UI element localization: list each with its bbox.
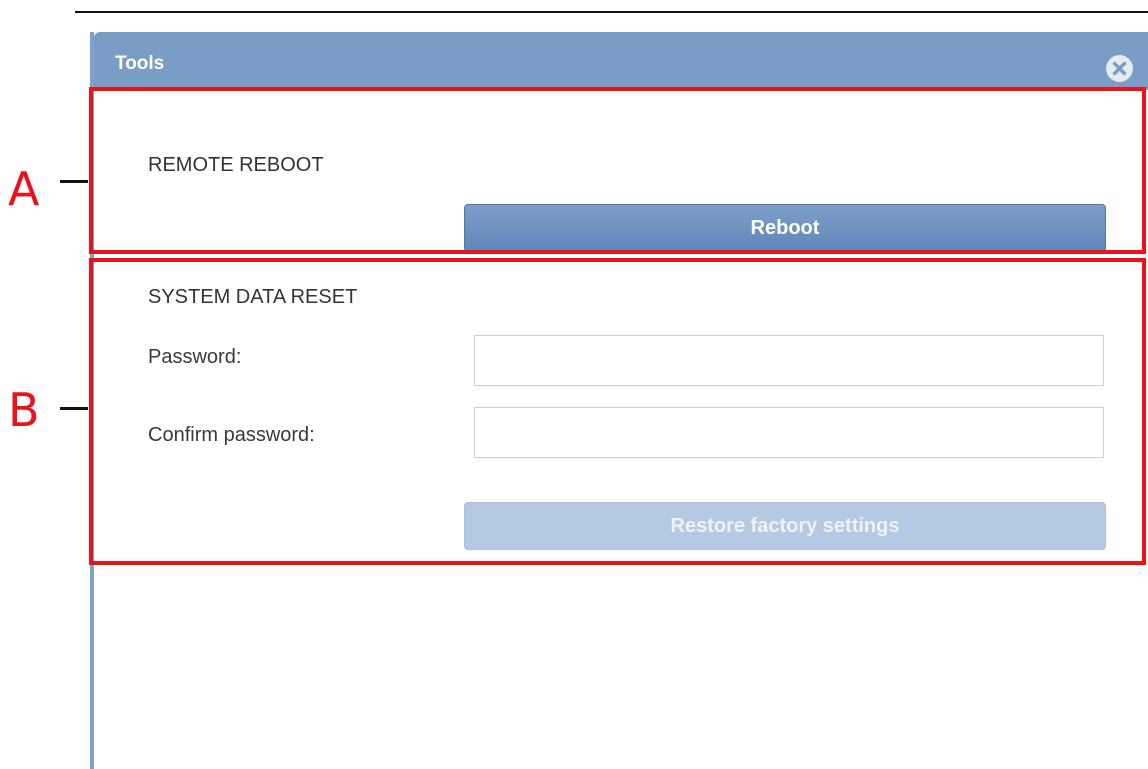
callout-label-a: A	[8, 162, 40, 216]
screenshot-canvas: Tools REMOTE REBOOT Reboot SYSTEM DATA R…	[0, 0, 1148, 769]
callout-label-b: B	[8, 383, 40, 437]
dialog-title: Tools	[115, 53, 165, 74]
callout-line-b	[60, 407, 88, 410]
callout-line-a	[60, 180, 88, 183]
callout-box-b	[89, 258, 1146, 565]
top-divider	[75, 11, 1148, 13]
callout-box-a	[89, 87, 1146, 254]
close-icon[interactable]	[1106, 55, 1133, 82]
dialog-titlebar[interactable]: Tools	[94, 32, 1148, 90]
